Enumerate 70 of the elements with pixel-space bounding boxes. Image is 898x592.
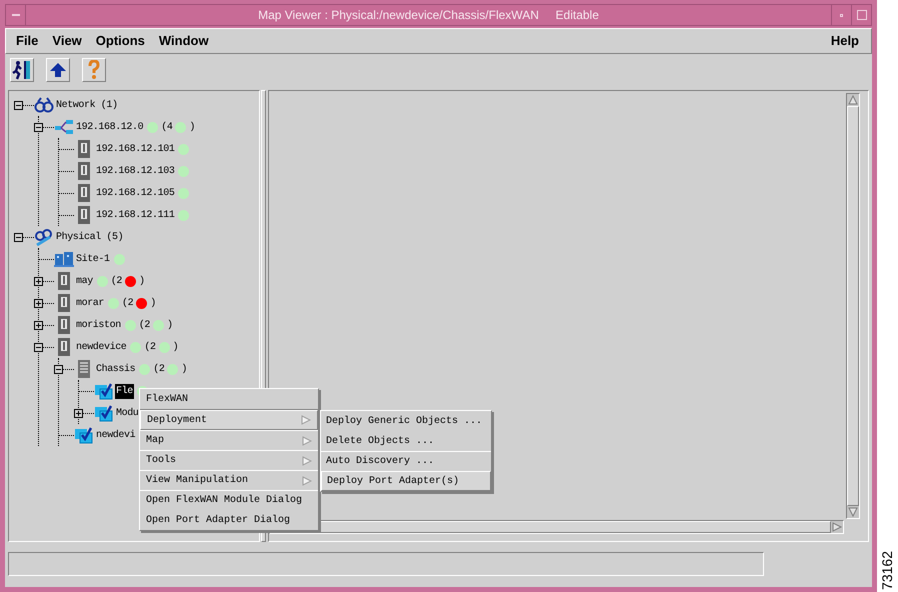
- module-icon: [94, 404, 114, 422]
- count-text: (2: [153, 362, 164, 376]
- menu-item[interactable]: Window: [158, 31, 209, 51]
- scrollbar-thumb[interactable]: [847, 106, 859, 506]
- tree-item[interactable]: morar: [75, 296, 106, 310]
- expand-icon[interactable]: [34, 298, 43, 308]
- window-title: Map Viewer : Physical:/newdevice/Chassis/FlexWAN Editable: [257, 7, 600, 24]
- tree-item[interactable]: Physical (5): [55, 230, 124, 244]
- menu-item[interactable]: Deploy Port Adapter(s): [321, 471, 491, 491]
- pencil-binoculars-icon: [34, 228, 54, 246]
- tree-item[interactable]: Modu: [115, 406, 140, 420]
- menu-item[interactable]: Map: [140, 430, 318, 450]
- count-text: ): [150, 296, 156, 310]
- running-man-door-icon: [12, 60, 32, 80]
- building-icon: [54, 250, 74, 268]
- vertical-scrollbar[interactable]: [846, 93, 860, 519]
- question-mark-icon: [87, 60, 101, 80]
- count-text: ): [139, 274, 145, 288]
- figure-number: 73162: [878, 551, 896, 590]
- count-text: (2: [138, 318, 150, 332]
- help-button[interactable]: [82, 58, 106, 82]
- tree-item[interactable]: 192.168.12.105: [95, 186, 176, 200]
- up-button[interactable]: [46, 58, 70, 82]
- count-text: (2: [144, 340, 156, 354]
- tree-item[interactable]: 192.168.12.0: [75, 120, 144, 134]
- tree-item[interactable]: may: [75, 274, 94, 288]
- menu-item[interactable]: Tools: [140, 450, 318, 470]
- count-text: ): [189, 120, 196, 134]
- module-icon: [94, 382, 114, 400]
- count-text: ): [172, 340, 178, 354]
- tree-item[interactable]: Site-1: [75, 252, 111, 266]
- tree-item[interactable]: Fle: [115, 384, 134, 398]
- tree-item[interactable]: 192.168.12.111: [95, 208, 176, 222]
- menu-item[interactable]: Deployment: [140, 410, 318, 430]
- menu-item[interactable]: View: [52, 31, 82, 51]
- count-text: ): [181, 362, 188, 376]
- count-text: (2: [122, 296, 134, 310]
- tree-item[interactable]: Chassis: [95, 362, 136, 376]
- network-icon: [54, 118, 74, 136]
- count-text: (2: [110, 274, 122, 288]
- expand-icon[interactable]: [34, 276, 43, 286]
- collapse-icon[interactable]: [14, 100, 23, 110]
- tree-item[interactable]: 192.168.12.103: [95, 164, 176, 178]
- collapse-icon[interactable]: [34, 342, 43, 352]
- count-text: ): [167, 318, 173, 332]
- scroll-right-icon[interactable]: [831, 521, 843, 533]
- expand-icon[interactable]: [34, 320, 43, 330]
- expand-icon[interactable]: [74, 408, 83, 418]
- module-icon: [74, 426, 94, 444]
- menu-item[interactable]: Open FlexWAN Module Dialog: [140, 490, 318, 510]
- collapse-icon[interactable]: [34, 122, 43, 132]
- tree-item[interactable]: newdevice: [75, 340, 128, 354]
- menu-item[interactable]: File: [16, 31, 38, 51]
- collapse-icon[interactable]: [54, 364, 63, 374]
- exit-button[interactable]: [10, 58, 34, 82]
- menu-item[interactable]: Options: [96, 31, 145, 51]
- tree-item[interactable]: Network (1): [55, 98, 119, 112]
- count-text: (4: [161, 120, 172, 134]
- menu-item[interactable]: Open Port Adapter Dialog: [140, 510, 318, 530]
- submenu-arrow-icon: [301, 415, 311, 425]
- tree-item[interactable]: moriston: [75, 318, 122, 332]
- menu-item[interactable]: Deploy Generic Objects ...: [321, 411, 491, 431]
- menu-item[interactable]: Help: [830, 31, 859, 51]
- tree-item[interactable]: 192.168.12.101: [95, 142, 176, 156]
- menu-item[interactable]: View Manipulation: [140, 470, 318, 490]
- collapse-icon[interactable]: [14, 232, 23, 242]
- up-arrow-icon: [49, 62, 67, 78]
- binoculars-icon: [34, 96, 54, 114]
- tree-item[interactable]: newdevi: [95, 428, 136, 442]
- menu-item[interactable]: Delete Objects ...: [321, 431, 491, 451]
